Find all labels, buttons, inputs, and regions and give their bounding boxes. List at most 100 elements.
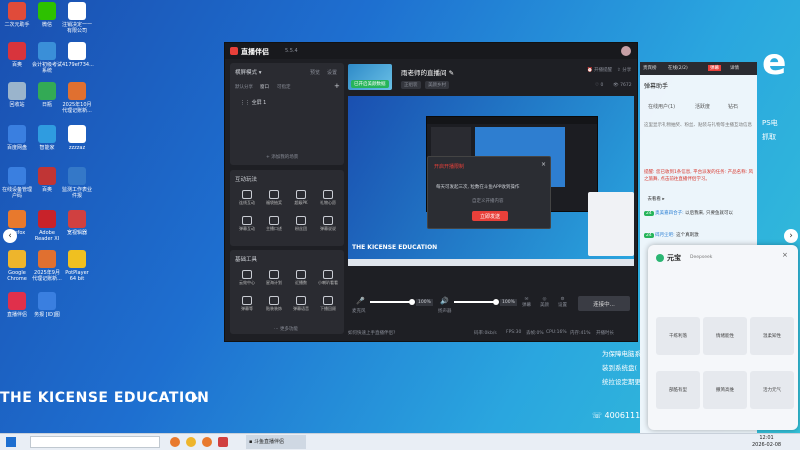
microphone-icon[interactable]: 🎤	[356, 297, 365, 305]
desktop-icon[interactable]: 微信	[32, 2, 62, 28]
desktop-icon[interactable]: 宽视辑器	[62, 210, 92, 236]
basic-tool[interactable]: 弹幕语音	[288, 296, 314, 312]
basic-tool[interactable]: 弹幕等	[234, 296, 260, 312]
desktop-icon[interactable]: 百奥	[2, 42, 32, 68]
desktop-icon[interactable]: 2025年9月代理记账新...	[32, 250, 62, 282]
desktop-icon[interactable]: 务报 [ID]图	[32, 292, 62, 318]
taskbar-app-chrome-icon[interactable]	[186, 437, 196, 447]
scene-item[interactable]: ⋮⋮ 全屏 1	[240, 99, 266, 106]
desktop-icon[interactable]: 智能家	[32, 125, 62, 151]
taskbar-app-firefox2-icon[interactable]	[202, 437, 212, 447]
interaction-tool[interactable]: 福袋抽奖	[261, 190, 287, 206]
desktop-icon[interactable]: 会计初级考试系统	[32, 42, 62, 74]
start-icon[interactable]	[6, 437, 16, 447]
desktop-icon[interactable]: 注销决定一一有限公司	[62, 2, 92, 34]
interaction-tool[interactable]: 主播口述	[261, 216, 287, 232]
tool-icon	[323, 216, 333, 225]
sub-tag-1[interactable]: 正组装	[401, 81, 421, 89]
sub-tag-2[interactable]: 美颜乡村	[425, 81, 449, 89]
interaction-tool[interactable]: 超级PK	[288, 190, 314, 206]
desktop-icon[interactable]: 监测工作表业件报	[62, 167, 92, 199]
beauty-button[interactable]: ◎ 美颜	[540, 297, 549, 308]
stream-title[interactable]: 雨老师的直播间 ✎	[401, 67, 454, 77]
go-see-button[interactable]: 去看看 ▸	[646, 196, 664, 202]
speaker-slider-knob[interactable]	[493, 299, 499, 305]
dialog-send-button[interactable]: 立即发送	[472, 211, 508, 221]
speaker-icon[interactable]: 🔊	[440, 297, 449, 305]
tab-detail[interactable]: 详情	[730, 65, 739, 71]
left-scroll-arrow[interactable]: ‹	[3, 229, 17, 243]
activity-tab[interactable]: 活跃度	[695, 103, 710, 110]
more-functions-link[interactable]: ⋯ 更多功能	[274, 326, 298, 332]
desktop-icon[interactable]: 2025年10月代理记账新...	[62, 82, 92, 114]
desktop-icon[interactable]: Google Chrome	[2, 250, 32, 282]
tool-icon	[323, 190, 333, 199]
yuanbao-close-icon[interactable]: ×	[782, 251, 788, 259]
desktop-icon[interactable]: 百奥	[32, 167, 62, 193]
gift-tab[interactable]: 钻石	[728, 103, 738, 110]
basic-tool[interactable]: 贴装装饰	[261, 296, 287, 312]
desktop-icon[interactable]: Adobe Reader XI	[32, 210, 62, 242]
search-box[interactable]	[30, 436, 160, 448]
taskbar-clock[interactable]: 12:01 2026-02-08	[752, 435, 781, 449]
persona-card[interactable]: 撒简高维	[703, 371, 747, 409]
desktop-icon[interactable]: 4179ef734...	[62, 42, 94, 68]
message-user[interactable]: 碎月尘吧:	[655, 233, 675, 238]
start-reminder-link[interactable]: ⏰ 开播提醒	[587, 67, 612, 73]
interaction-tool[interactable]: 礼物心愿	[315, 190, 341, 206]
yuanbao-model[interactable]: Deepseek	[690, 255, 712, 260]
desktop-app-icon	[68, 82, 86, 100]
right-scroll-arrow[interactable]: ›	[784, 229, 798, 243]
persona-card[interactable]: 情绪能性	[703, 317, 747, 355]
online-users-tab[interactable]: 在线用户(1)	[648, 103, 675, 110]
taskbar-app-firefox-icon[interactable]	[170, 437, 180, 447]
persona-card[interactable]: 部酷有型	[656, 371, 700, 409]
persona-card[interactable]: 活力元气	[750, 371, 794, 409]
add-scene-icon[interactable]: +	[334, 82, 340, 90]
desktop-icon[interactable]: 日瓶	[32, 82, 62, 108]
basic-tool[interactable]: 云效中心	[234, 270, 260, 286]
settings-link[interactable]: 设置	[327, 69, 337, 76]
speaker-slider[interactable]	[454, 301, 496, 303]
add-scene-hint[interactable]: + 添加我的场景	[266, 154, 298, 160]
basic-tool[interactable]: 下播回顾	[315, 296, 341, 312]
message-user[interactable]: 奥美嘉四合子:	[655, 211, 684, 216]
taskbar-app-live-companion[interactable]: ▪ 斗鱼直播伴侣	[246, 435, 306, 449]
desktop-icon[interactable]: zzzzaz	[62, 125, 92, 151]
tab-danmaku[interactable]: 弹幕	[708, 65, 721, 71]
scene-tab-custom[interactable]: 可指定	[277, 84, 291, 90]
desktop-icon[interactable]: 百度网盘	[2, 125, 32, 151]
preview-link[interactable]: 预览	[310, 69, 320, 76]
interaction-tool[interactable]: 弹幕说说	[315, 216, 341, 232]
danmaku-button[interactable]: ✉ 弹幕	[522, 297, 531, 308]
settings-button[interactable]: ⚙ 设置	[558, 297, 567, 308]
tab-online[interactable]: 在线(2/2)	[668, 65, 688, 71]
mic-slider-knob[interactable]	[409, 299, 415, 305]
basic-tool[interactable]: 星海计划	[261, 270, 287, 286]
scene-tab-window[interactable]: 窗口	[260, 84, 269, 90]
desktop-icon[interactable]: 二次元助手	[2, 2, 32, 28]
dialog-close-icon[interactable]: ×	[541, 161, 546, 168]
basic-tool[interactable]: 小喇叭看看	[315, 270, 341, 286]
persona-card[interactable]: 千练利落	[656, 317, 700, 355]
taskbar-app-wps-icon[interactable]	[218, 437, 228, 447]
basic-tool[interactable]: 近播数	[288, 270, 314, 286]
bitrate: 码率:0kb/s	[474, 331, 497, 336]
desktop-icon[interactable]: 回收站	[2, 82, 32, 108]
desktop-icon[interactable]: 在线设备管理户码	[2, 167, 32, 199]
interaction-tool[interactable]: 粉丝团	[288, 216, 314, 232]
mode-select[interactable]: 横屏模式 ▾	[235, 68, 262, 76]
desktop-icon[interactable]: 直播伴侣	[2, 292, 32, 318]
persona-card[interactable]: 温柔知性	[750, 317, 794, 355]
avatar[interactable]	[621, 46, 631, 56]
background-brand-text: THE KICENSE EDUCATION	[0, 390, 210, 406]
interaction-tool[interactable]: 弹幕互动	[234, 216, 260, 232]
interaction-tool[interactable]: 连线互动	[234, 190, 260, 206]
scene-tab-default[interactable]: 默认分享	[235, 84, 253, 90]
tab-vip[interactable]: 贵宾榜	[643, 65, 657, 71]
help-link[interactable]: 如何快速上手直播伴侣?	[348, 330, 395, 336]
share-link[interactable]: ⇪ 分享	[617, 67, 631, 73]
mic-slider[interactable]	[370, 301, 412, 303]
connect-button[interactable]: 连接中...	[578, 296, 630, 311]
desktop-icon[interactable]: PotPlayer 64 bit	[62, 250, 92, 282]
